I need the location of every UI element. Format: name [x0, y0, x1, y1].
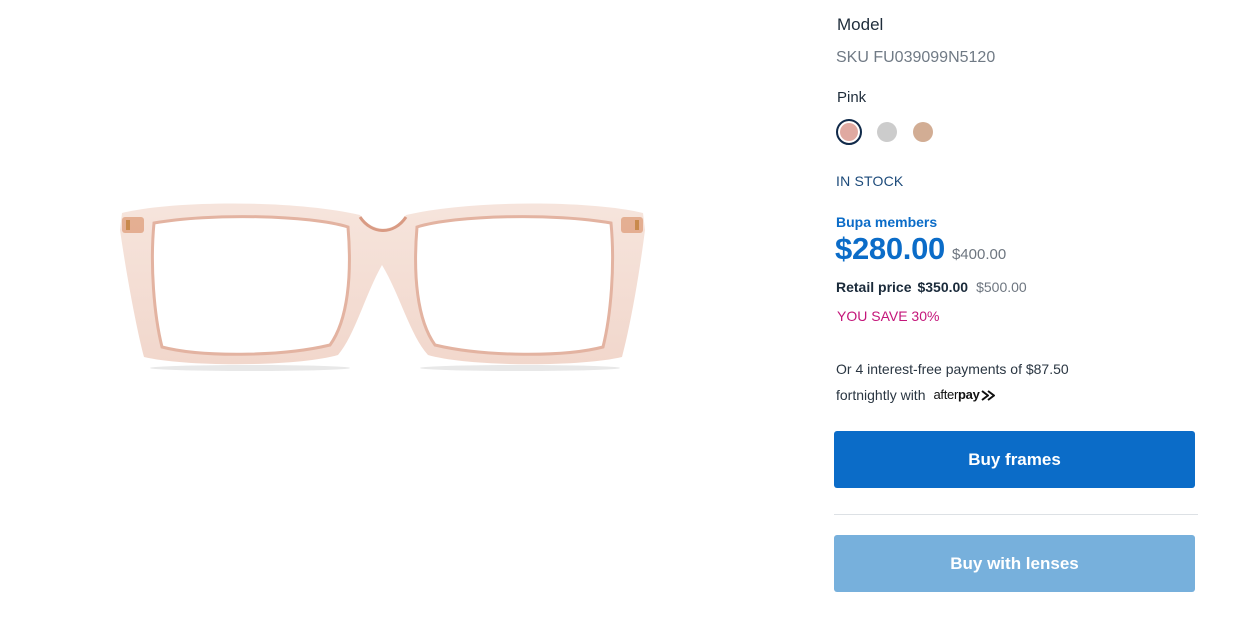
afterpay-line-2: fortnightly with: [836, 387, 926, 403]
afterpay-arrows-icon: [980, 389, 995, 401]
model-label: Model: [837, 15, 884, 34]
product-image-area: [0, 0, 780, 620]
retail-original-price: $500.00: [976, 279, 1027, 295]
members-label: Bupa members: [836, 214, 938, 230]
afterpay-logo-text-b: pay: [958, 387, 980, 402]
selected-color-name: Pink: [837, 89, 867, 106]
afterpay-logo[interactable]: after pay: [933, 382, 995, 408]
swatch-pink[interactable]: [836, 119, 862, 145]
swatch-tan[interactable]: [913, 122, 933, 142]
afterpay-line-1: Or 4 interest-free payments of $87.50: [836, 361, 1069, 377]
divider: [834, 514, 1198, 515]
member-original-price: $400.00: [951, 246, 1007, 263]
member-price-row: $280.00 $400.00: [835, 231, 1006, 267]
product-detail-panel: Model SKU FU039099N5120 Pink IN STOCK Bu…: [834, 0, 1198, 620]
member-price: $280.00: [835, 231, 945, 266]
afterpay-info: Or 4 interest-free payments of $87.50 fo…: [836, 356, 1166, 408]
retail-price-row: Retail price $350.00 $500.00: [836, 279, 1027, 295]
retail-price: $350.00: [917, 279, 969, 295]
retail-price-label: Retail price: [836, 279, 912, 295]
buy-frames-button[interactable]: Buy frames: [834, 431, 1195, 488]
color-swatches: [836, 119, 949, 145]
swatch-grey[interactable]: [877, 122, 897, 142]
afterpay-logo-text-a: after: [933, 387, 958, 402]
savings-text: YOU SAVE 30%: [837, 308, 940, 324]
buy-with-lenses-button[interactable]: Buy with lenses: [834, 535, 1195, 592]
eyeglasses-frame-image: [120, 203, 645, 371]
stock-status: IN STOCK: [836, 173, 904, 189]
afterpay-line-2-row: fortnightly with after pay: [836, 382, 1166, 408]
sku-text: SKU FU039099N5120: [836, 49, 996, 66]
